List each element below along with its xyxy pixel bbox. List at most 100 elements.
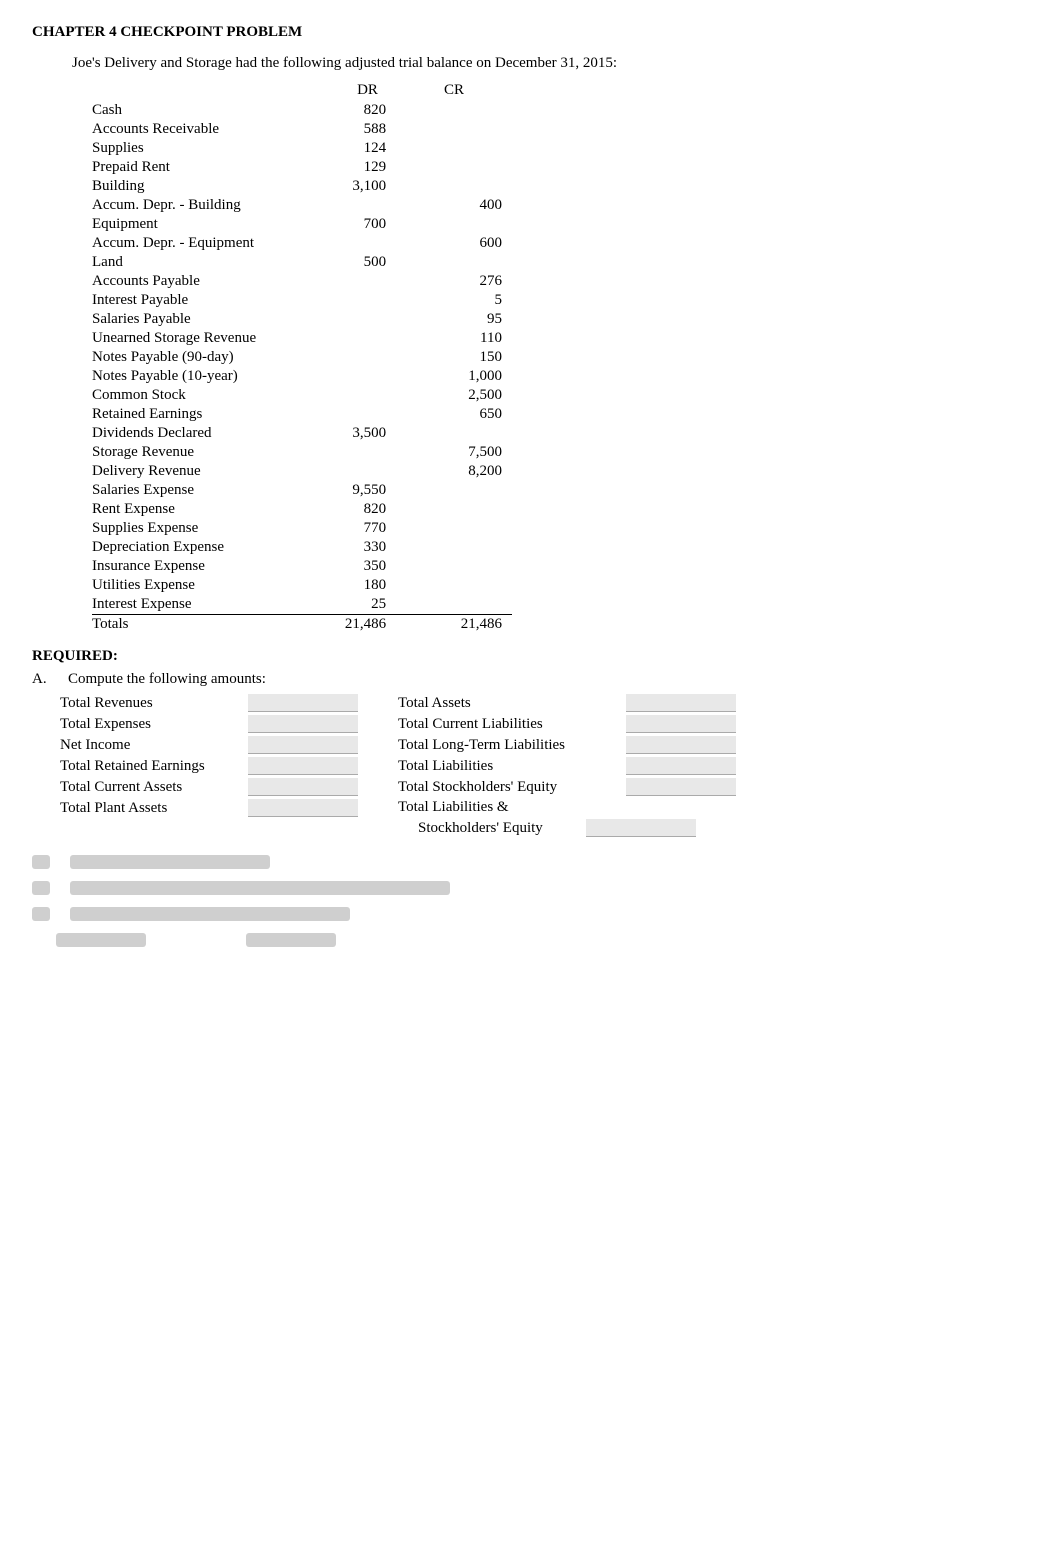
row-cr bbox=[426, 576, 512, 595]
right-column: Total Assets Total Current Liabilities Tot… bbox=[398, 694, 736, 837]
row-cr bbox=[426, 158, 512, 177]
row-label: Building bbox=[92, 177, 339, 196]
answer-box bbox=[626, 736, 736, 754]
intro-text: Joe's Delivery and Storage had the follo… bbox=[72, 55, 1030, 72]
required-row: Total Liabilities & bbox=[398, 799, 736, 816]
row-label: Supplies bbox=[92, 139, 339, 158]
row-cr: 2,500 bbox=[426, 386, 512, 405]
row-label: Dividends Declared bbox=[92, 424, 339, 443]
required-row-label: Total Liabilities & bbox=[398, 799, 578, 816]
row-cr bbox=[426, 538, 512, 557]
row-dr: 500 bbox=[339, 253, 426, 272]
section-a-intro: Compute the following amounts: bbox=[68, 671, 1030, 688]
required-row-label: Total Current Liabilities bbox=[398, 716, 618, 733]
row-label: Unearned Storage Revenue bbox=[92, 329, 339, 348]
required-row: Total Long-Term Liabilities bbox=[398, 736, 736, 754]
row-label: Storage Revenue bbox=[92, 443, 339, 462]
required-row: Total Assets bbox=[398, 694, 736, 712]
row-dr: 129 bbox=[339, 158, 426, 177]
row-label: Rent Expense bbox=[92, 500, 339, 519]
answer-box bbox=[248, 757, 358, 775]
required-row: Stockholders' Equity bbox=[398, 819, 736, 837]
required-row: Total Liabilities bbox=[398, 757, 736, 775]
row-label: Salaries Payable bbox=[92, 310, 339, 329]
row-cr bbox=[426, 120, 512, 139]
row-cr bbox=[426, 215, 512, 234]
row-label: Interest Payable bbox=[92, 291, 339, 310]
row-label: Accum. Depr. - Building bbox=[92, 196, 339, 215]
row-cr: 95 bbox=[426, 310, 512, 329]
required-row: Total Revenues bbox=[60, 694, 358, 712]
required-section: REQUIRED: A. Compute the following amoun… bbox=[32, 648, 1030, 837]
col-header-cr: CR bbox=[426, 80, 512, 101]
row-dr bbox=[339, 386, 426, 405]
row-dr bbox=[339, 329, 426, 348]
row-dr bbox=[339, 310, 426, 329]
answer-box bbox=[626, 715, 736, 733]
section-a: A. Compute the following amounts: Total … bbox=[32, 671, 1030, 837]
row-dr: 770 bbox=[339, 519, 426, 538]
row-cr: 400 bbox=[426, 196, 512, 215]
trial-balance-table: DR CR Cash820Accounts Receivable588Suppl… bbox=[92, 80, 512, 634]
row-label: Supplies Expense bbox=[92, 519, 339, 538]
row-cr bbox=[426, 101, 512, 120]
answer-box bbox=[248, 694, 358, 712]
row-cr: 21,486 bbox=[426, 615, 512, 635]
required-row: Total Expenses bbox=[60, 715, 358, 733]
row-dr: 124 bbox=[339, 139, 426, 158]
required-row-label: Total Long-Term Liabilities bbox=[398, 737, 618, 754]
section-a-letter: A. bbox=[32, 671, 50, 688]
row-dr bbox=[339, 405, 426, 424]
row-label: Prepaid Rent bbox=[92, 158, 339, 177]
answer-box bbox=[248, 799, 358, 817]
required-row-label: Total Expenses bbox=[60, 716, 240, 733]
row-label: Interest Expense bbox=[92, 595, 339, 615]
required-label: REQUIRED: bbox=[32, 648, 1030, 665]
answer-box bbox=[626, 694, 736, 712]
row-cr bbox=[426, 139, 512, 158]
row-cr bbox=[426, 177, 512, 196]
row-label: Salaries Expense bbox=[92, 481, 339, 500]
required-row: Net Income bbox=[60, 736, 358, 754]
row-label: Insurance Expense bbox=[92, 557, 339, 576]
row-cr: 7,500 bbox=[426, 443, 512, 462]
required-row-label: Total Current Assets bbox=[60, 779, 240, 796]
row-label: Accounts Payable bbox=[92, 272, 339, 291]
row-dr bbox=[339, 367, 426, 386]
row-dr: 820 bbox=[339, 101, 426, 120]
row-label: Land bbox=[92, 253, 339, 272]
row-dr bbox=[339, 348, 426, 367]
row-label: Delivery Revenue bbox=[92, 462, 339, 481]
col-header-dr: DR bbox=[339, 80, 426, 101]
row-cr bbox=[426, 519, 512, 538]
answer-box bbox=[248, 778, 358, 796]
row-dr bbox=[339, 234, 426, 253]
row-dr: 350 bbox=[339, 557, 426, 576]
blurred-section bbox=[32, 855, 1030, 947]
required-row-label: Stockholders' Equity bbox=[398, 820, 578, 837]
row-label: Notes Payable (90-day) bbox=[92, 348, 339, 367]
row-label: Common Stock bbox=[92, 386, 339, 405]
row-dr: 21,486 bbox=[339, 615, 426, 635]
row-dr: 700 bbox=[339, 215, 426, 234]
row-label: Accum. Depr. - Equipment bbox=[92, 234, 339, 253]
row-cr: 600 bbox=[426, 234, 512, 253]
row-label: Equipment bbox=[92, 215, 339, 234]
required-row-label: Total Liabilities bbox=[398, 758, 618, 775]
row-cr bbox=[426, 253, 512, 272]
required-row: Total Stockholders' Equity bbox=[398, 778, 736, 796]
row-dr: 820 bbox=[339, 500, 426, 519]
row-label: Accounts Receivable bbox=[92, 120, 339, 139]
required-row-label: Total Retained Earnings bbox=[60, 758, 240, 775]
required-row-label: Total Assets bbox=[398, 695, 618, 712]
chapter-title: CHAPTER 4 CHECKPOINT PROBLEM bbox=[32, 24, 1030, 41]
row-cr: 650 bbox=[426, 405, 512, 424]
answer-box bbox=[248, 736, 358, 754]
row-cr bbox=[426, 595, 512, 615]
required-row-label: Total Revenues bbox=[60, 695, 240, 712]
row-dr: 3,100 bbox=[339, 177, 426, 196]
required-row: Total Current Liabilities bbox=[398, 715, 736, 733]
row-cr bbox=[426, 557, 512, 576]
row-dr bbox=[339, 443, 426, 462]
row-cr bbox=[426, 500, 512, 519]
